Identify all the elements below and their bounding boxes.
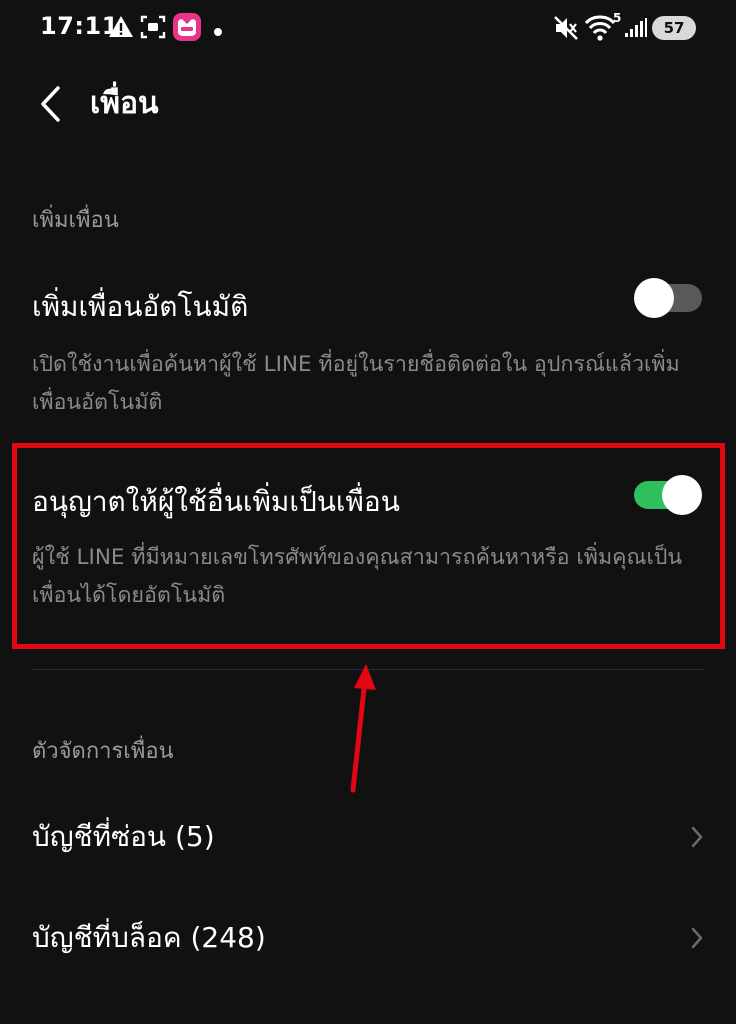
- signal-icon: [624, 17, 648, 43]
- section-header-friend-manager: ตัวจัดการเพื่อน: [32, 739, 174, 764]
- dot-icon: [213, 22, 223, 41]
- highlight-annotation-box: [12, 443, 725, 649]
- screen-record-icon: [140, 14, 166, 44]
- hidden-accounts-row[interactable]: บัญชีที่ซ่อน (5): [0, 797, 736, 877]
- chevron-left-icon: [41, 86, 60, 122]
- mute-icon: [553, 15, 579, 45]
- wifi-superscript: 5: [613, 12, 621, 25]
- auto-add-friends-title[interactable]: เพิ่มเพื่อนอัตโนมัติ: [32, 287, 248, 327]
- battery-indicator: 57: [652, 16, 696, 40]
- warning-icon: [108, 14, 134, 44]
- auto-add-friends-toggle[interactable]: [634, 278, 702, 318]
- lazada-app-icon: [173, 13, 201, 45]
- hidden-accounts-label: บัญชีที่ซ่อน (5): [32, 820, 215, 853]
- blocked-accounts-row[interactable]: บัญชีที่บล็อค (248): [0, 898, 736, 978]
- wifi-icon: 5: [584, 11, 624, 46]
- section-divider: [32, 669, 704, 670]
- chevron-right-icon: [691, 826, 703, 848]
- section-header-add-friends: เพิ่มเพื่อน: [32, 208, 119, 233]
- toggle-knob: [634, 278, 674, 318]
- auto-add-friends-description: เปิดใช้งานเพื่อค้นหาผู้ใช้ LINE ที่อยู่ใ…: [32, 352, 680, 415]
- status-bar: 17:11 5 57: [0, 0, 736, 56]
- chevron-right-icon: [691, 927, 703, 949]
- page-title: เพื่อน: [90, 86, 159, 121]
- back-button[interactable]: [28, 80, 72, 128]
- blocked-accounts-label: บัญชีที่บล็อค (248): [32, 921, 266, 954]
